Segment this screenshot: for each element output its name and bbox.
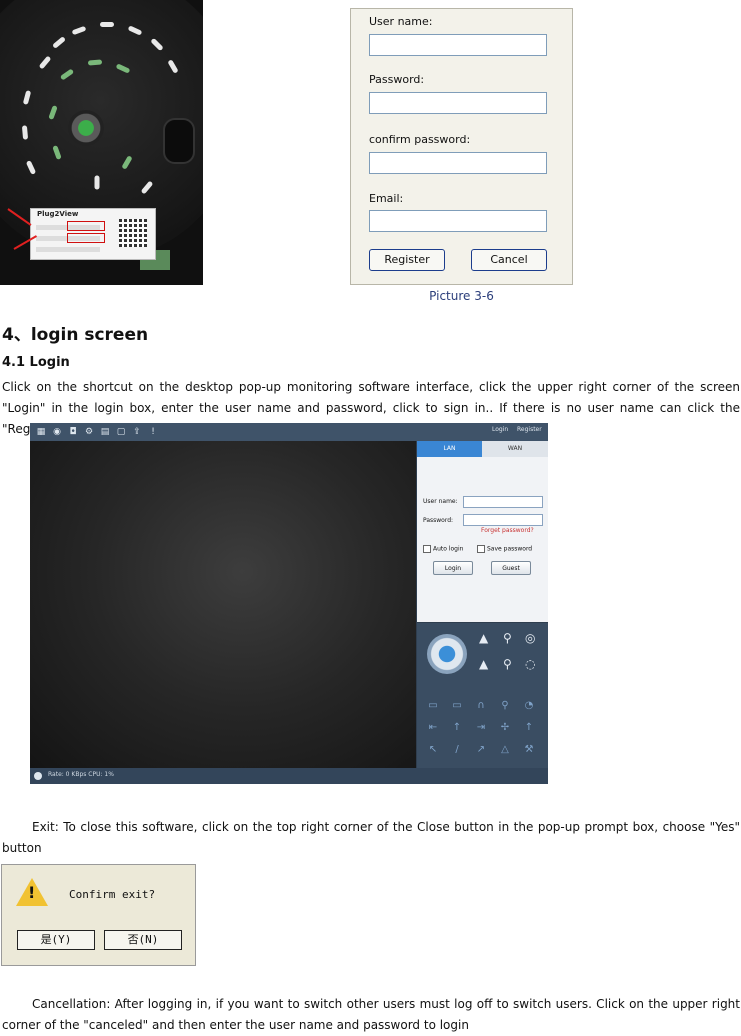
toolbar-login-link[interactable]: Login [492, 426, 508, 433]
video-view[interactable] [30, 441, 416, 768]
zoom-out-icon[interactable]: ▲ [479, 657, 488, 671]
id-label-card: Plug2View [30, 208, 156, 260]
preset-icon[interactable]: ⇥ [473, 721, 489, 735]
app-login-button[interactable]: Login [433, 561, 473, 575]
settings-icon[interactable]: ⚙ [84, 427, 94, 437]
preset-icon[interactable]: ▭ [425, 699, 441, 713]
record-icon[interactable]: ◉ [52, 427, 62, 437]
email-label: Email: [369, 192, 404, 205]
subsection-heading: 4.1 Login [2, 355, 70, 370]
figure-caption: Picture 3-6 [429, 289, 494, 303]
camera-lens [68, 110, 104, 146]
print-icon[interactable]: ▤ [100, 427, 110, 437]
app-guest-button[interactable]: Guest [491, 561, 531, 575]
tab-wan[interactable]: WAN [482, 441, 548, 457]
camera-icon[interactable]: ◘ [68, 427, 78, 437]
iris-icon[interactable]: ◌ [525, 657, 535, 671]
preset-icon[interactable]: ⚒ [521, 743, 537, 757]
cancellation-paragraph: Cancellation: After logging in, if you w… [2, 997, 740, 1032]
exit-paragraph: Exit: To close this software, click on t… [2, 820, 740, 855]
zoom-in-icon[interactable]: ▲ [479, 631, 488, 645]
preset-icon[interactable]: ∩ [473, 699, 489, 713]
cancel-button[interactable]: Cancel [471, 249, 547, 271]
focus-icon[interactable]: ◎ [525, 631, 535, 645]
register-dialog: User name: Password: confirm password: E… [350, 8, 573, 285]
monitoring-app-screenshot: ▦ ◉ ◘ ⚙ ▤ ▢ ⇪ ! Login Register LAN WAN U… [30, 423, 548, 784]
preset-icon[interactable]: ✢ [497, 721, 513, 735]
confirm-password-label: confirm password: [369, 133, 471, 146]
app-username-select[interactable] [463, 496, 543, 508]
section-heading: 4、login screen [2, 325, 149, 345]
preset-icon[interactable]: ⚲ [497, 699, 513, 713]
vent-slot [94, 175, 100, 190]
password-label: Password: [369, 73, 425, 86]
confirm-password-input[interactable] [369, 152, 547, 174]
status-text: Rate: 0 KBps CPU: 1% [48, 771, 114, 778]
qr-code [119, 219, 147, 247]
status-icon [34, 772, 42, 780]
display-icon[interactable]: ▢ [116, 427, 126, 437]
label-brand: Plug2View [37, 210, 79, 218]
search-icon[interactable]: ⚲ [503, 631, 512, 645]
password-input[interactable] [369, 92, 547, 114]
username-label: User name: [369, 15, 433, 28]
mount-clip [163, 118, 195, 164]
checkbox-icon [423, 545, 431, 553]
warning-mark: ! [28, 883, 36, 902]
confirm-exit-dialog: ! Confirm exit? 是(Y) 否(N) [1, 864, 196, 966]
camera-photo: Plug2View [0, 0, 203, 285]
yes-button[interactable]: 是(Y) [17, 930, 95, 950]
email-input[interactable] [369, 210, 547, 232]
login-panel: LAN WAN User name: Password: Forget pass… [417, 441, 548, 622]
search-icon[interactable]: ⚲ [503, 657, 512, 671]
register-button[interactable]: Register [369, 249, 445, 271]
auto-login-label: Auto login [433, 545, 464, 553]
forgot-password-link[interactable]: Forget password? [481, 527, 534, 534]
preset-icon[interactable]: ↖ [425, 743, 441, 757]
status-bar: Rate: 0 KBps CPU: 1% [30, 768, 548, 784]
grid-icon[interactable]: ▦ [36, 427, 46, 437]
preset-icon[interactable]: ⇤ [425, 721, 441, 735]
alert-icon[interactable]: ! [148, 427, 158, 437]
no-button[interactable]: 否(N) [104, 930, 182, 950]
save-password-label: Save password [487, 545, 533, 553]
save-password-checkbox[interactable]: Save password [477, 545, 532, 553]
preset-icon[interactable]: ▭ [449, 699, 465, 713]
vent-slot [100, 22, 114, 27]
direction-pad[interactable] [427, 634, 467, 674]
preset-icon[interactable]: ◔ [521, 699, 537, 713]
app-username-label: User name: [423, 498, 458, 505]
label-line [36, 247, 100, 252]
preset-icon[interactable]: / [449, 743, 465, 757]
highlight-box [67, 221, 105, 231]
confirm-message: Confirm exit? [69, 888, 156, 901]
preset-icon[interactable]: ↗ [473, 743, 489, 757]
highlight-box [67, 233, 105, 243]
app-toolbar: ▦ ◉ ◘ ⚙ ▤ ▢ ⇪ ! Login Register [30, 423, 548, 441]
ptz-control-panel: ▲ ⚲ ◎ ▲ ⚲ ◌ ▭ ▭ ∩ ⚲ ◔ ⇤ ↑ ⇥ ✢ ↑ ↖ / ↗ △ … [417, 623, 548, 768]
app-password-input[interactable] [463, 514, 543, 526]
preset-icon[interactable]: ↑ [449, 721, 465, 735]
upload-icon[interactable]: ⇪ [132, 427, 142, 437]
auto-login-checkbox[interactable]: Auto login [423, 545, 463, 553]
preset-icon[interactable]: △ [497, 743, 513, 757]
checkbox-icon [477, 545, 485, 553]
preset-icon[interactable]: ↑ [521, 721, 537, 735]
tab-lan[interactable]: LAN [417, 441, 482, 457]
app-password-label: Password: [423, 517, 454, 524]
toolbar-register-link[interactable]: Register [517, 426, 542, 433]
username-input[interactable] [369, 34, 547, 56]
